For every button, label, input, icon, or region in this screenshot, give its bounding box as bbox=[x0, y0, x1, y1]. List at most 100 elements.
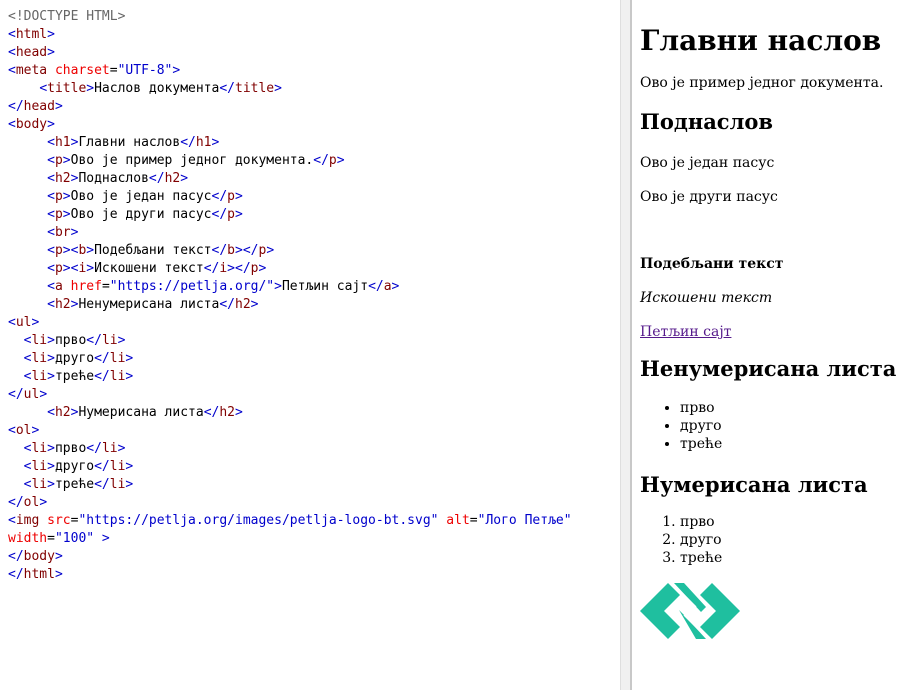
code-token: h2 bbox=[54, 405, 71, 420]
code-token: > bbox=[47, 333, 55, 348]
code-token: > bbox=[266, 243, 275, 258]
code-token: p bbox=[54, 153, 63, 168]
code-line: <li>треће</li> bbox=[8, 476, 572, 494]
code-token: = bbox=[101, 279, 110, 294]
code-token: i bbox=[219, 261, 228, 276]
code-token: li bbox=[109, 477, 126, 492]
code-token: = bbox=[47, 531, 55, 546]
code-token: </ bbox=[8, 495, 24, 510]
code-editor[interactable]: <!DOCTYPE HTML> <html> <head> <meta charset… bbox=[0, 0, 620, 690]
code-token: > bbox=[54, 549, 63, 564]
code-token: > bbox=[125, 351, 134, 366]
code-token: </ bbox=[368, 279, 384, 294]
code-token: > bbox=[235, 189, 243, 204]
code-token: > bbox=[117, 333, 126, 348]
code-token: < bbox=[47, 171, 55, 186]
code-token: p bbox=[328, 153, 337, 168]
preview-heading-1: Главни наслов bbox=[640, 24, 882, 57]
code-token: src bbox=[39, 513, 71, 528]
code-token: > bbox=[47, 45, 55, 60]
code-token: > bbox=[235, 207, 243, 222]
code-token: < bbox=[47, 207, 55, 222]
code-token: треће bbox=[54, 369, 95, 384]
code-token: друго bbox=[54, 351, 95, 366]
code-token: p bbox=[227, 207, 235, 222]
code-token: alt bbox=[438, 513, 470, 528]
panel-splitter[interactable] bbox=[620, 0, 632, 690]
code-token: img bbox=[15, 513, 40, 528]
code-token: "100" bbox=[54, 531, 95, 546]
code-token: a bbox=[383, 279, 392, 294]
code-token: > bbox=[86, 81, 95, 96]
code-token: </ bbox=[219, 81, 235, 96]
code-token: h2 bbox=[54, 171, 71, 186]
code-token: < bbox=[47, 279, 55, 294]
code-token: < bbox=[47, 261, 55, 276]
code-token: > bbox=[39, 387, 48, 402]
code-token: > bbox=[274, 81, 282, 96]
preview-unordered-list: прво друго треће bbox=[640, 399, 922, 453]
code-token: h2 bbox=[164, 171, 181, 186]
code-token: > bbox=[391, 279, 400, 294]
preview-paragraph-2: Ово је други пасус bbox=[640, 189, 778, 205]
code-token: html bbox=[15, 27, 48, 42]
code-token: > bbox=[180, 171, 189, 186]
code-token: Наслов документа bbox=[94, 81, 220, 96]
code-line: <li>друго</li> bbox=[8, 350, 572, 368]
code-line: <li>прво</li> bbox=[8, 332, 572, 350]
code-token: < bbox=[47, 225, 55, 240]
preview-ordered-list: прво друго треће bbox=[640, 513, 922, 567]
code-token: </ bbox=[313, 153, 329, 168]
list-item: друго bbox=[680, 417, 922, 435]
code-line: <p>Ово је други пасус</p> bbox=[8, 206, 572, 224]
code-token: > bbox=[86, 243, 95, 258]
code-token: > bbox=[47, 351, 55, 366]
code-token: head bbox=[23, 99, 55, 114]
preview-link-paragraph: Петљин сајт bbox=[640, 323, 922, 341]
code-token: b bbox=[227, 243, 235, 258]
preview-link[interactable]: Петљин сајт bbox=[640, 324, 731, 340]
code-token: Искошени текст bbox=[94, 261, 204, 276]
code-token: ol bbox=[23, 495, 40, 510]
code-token: Ово је пример једног документа. bbox=[70, 153, 314, 168]
code-token: li bbox=[109, 369, 126, 384]
code-token: Ненумерисана листа bbox=[78, 297, 220, 312]
code-line: <li>прво</li> bbox=[8, 440, 572, 458]
preview-ol-heading: Нумерисана листа bbox=[640, 472, 868, 497]
code-token: </ bbox=[219, 297, 235, 312]
code-token: > bbox=[62, 189, 71, 204]
code-line: </head> bbox=[8, 98, 572, 116]
code-token: > bbox=[47, 441, 55, 456]
code-token: ></ bbox=[235, 243, 259, 258]
code-line: <title>Наслов документа</title> bbox=[8, 80, 572, 98]
code-token: Ово је један пасус bbox=[70, 189, 212, 204]
preview-bold-text: Подебљани текст bbox=[640, 256, 784, 272]
code-token: h1 bbox=[195, 135, 212, 150]
code-token: > bbox=[62, 153, 71, 168]
code-line: <a href="https://petlja.org/">Петљин сај… bbox=[8, 278, 572, 296]
code-token: Петљин сајт bbox=[281, 279, 369, 294]
code-token: li bbox=[31, 441, 48, 456]
code-token: li bbox=[31, 477, 48, 492]
code-line: <h1>Главни наслов</h1> bbox=[8, 134, 572, 152]
code-token: < bbox=[39, 81, 48, 96]
code-token: li bbox=[31, 369, 48, 384]
code-line: <br> bbox=[8, 224, 572, 242]
code-token: > bbox=[54, 567, 63, 582]
code-token: > bbox=[47, 27, 55, 42]
code-token: </ bbox=[180, 135, 196, 150]
code-token: </ bbox=[8, 549, 24, 564]
code-token: title bbox=[235, 81, 275, 96]
code-token: html bbox=[23, 567, 55, 582]
code-token: > bbox=[125, 477, 134, 492]
code-token: width bbox=[8, 531, 48, 546]
code-token: > bbox=[62, 207, 71, 222]
code-text[interactable]: <!DOCTYPE HTML> <html> <head> <meta charset… bbox=[8, 8, 572, 584]
code-token: = bbox=[109, 63, 118, 78]
code-token: br bbox=[54, 225, 71, 240]
code-line: <li>треће</li> bbox=[8, 368, 572, 386]
